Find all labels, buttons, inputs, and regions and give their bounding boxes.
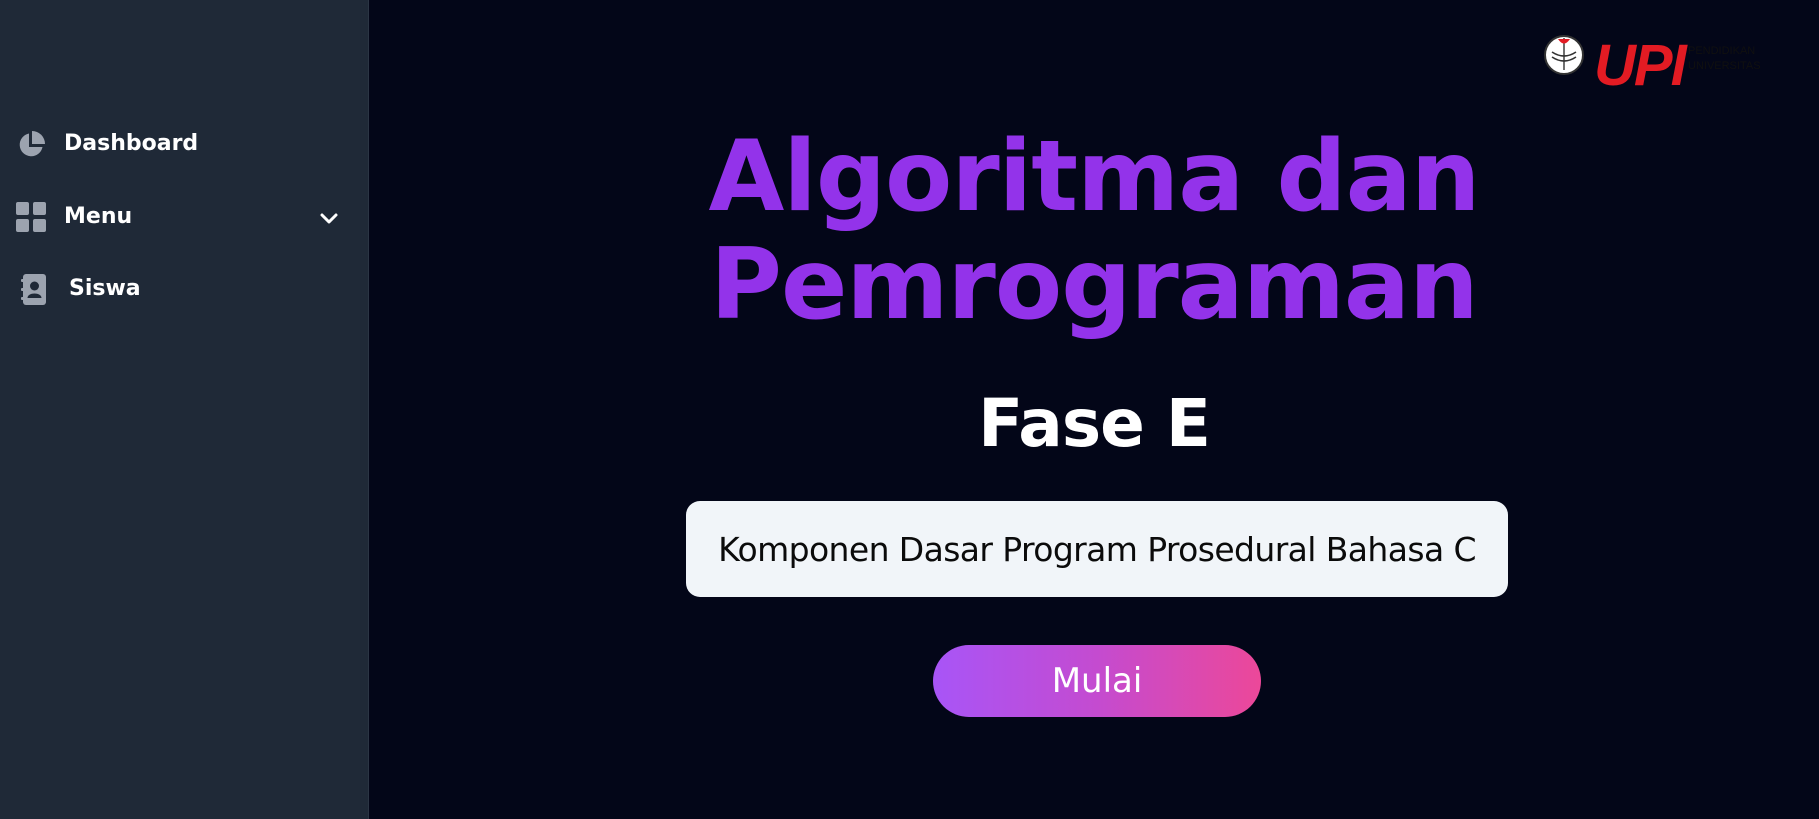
svg-text:UNIVERSITAS: UNIVERSITAS (1688, 60, 1761, 72)
topic-label: Komponen Dasar Program Prosedural Bahasa… (718, 529, 1476, 569)
chevron-down-icon[interactable] (316, 206, 342, 232)
sidebar-item-dashboard[interactable]: Dashboard (0, 117, 368, 173)
sidebar-item-label: Menu (64, 204, 133, 229)
contact-book-icon (21, 274, 48, 305)
app-window: Dashboard Menu Siswa UPI PENDIDIKAN UNIV… (0, 0, 1819, 819)
upi-logo: UPI PENDIDIKAN UNIVERSITAS (1544, 30, 1779, 98)
topic-card: Komponen Dasar Program Prosedural Bahasa… (686, 501, 1508, 597)
logo-subtext: PENDIDIKAN (1688, 45, 1755, 57)
main-content: UPI PENDIDIKAN UNIVERSITAS Algoritma dan… (369, 0, 1819, 819)
start-button[interactable]: Mulai (933, 645, 1261, 717)
grid-icon (16, 202, 47, 233)
upi-logo-image: UPI PENDIDIKAN UNIVERSITAS (1544, 33, 1761, 98)
sidebar-item-label: Siswa (69, 276, 141, 301)
sidebar-item-label: Dashboard (64, 131, 199, 156)
sidebar-item-siswa[interactable]: Siswa (0, 262, 368, 318)
sidebar: Dashboard Menu Siswa (0, 0, 369, 819)
page-title: Algoritma dan Pemrograman (708, 120, 1480, 342)
logo-wordmark: UPI (1594, 33, 1689, 90)
phase-subtitle: Fase E (978, 385, 1211, 462)
sidebar-item-menu[interactable]: Menu (0, 190, 368, 246)
pie-chart-icon (16, 130, 46, 160)
